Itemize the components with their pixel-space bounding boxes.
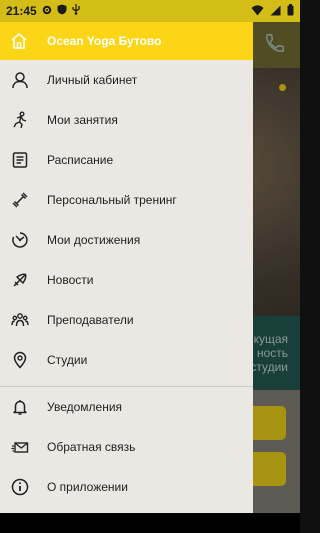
battery-icon [287, 4, 294, 19]
menu-item-personal-training[interactable]: Персональный тренинг [0, 180, 253, 220]
schedule-list-icon [11, 151, 29, 169]
menu-item-label: Расписание [47, 153, 114, 167]
bell-icon [11, 398, 29, 416]
menu-item-label: Личный кабинет [47, 73, 138, 87]
menu-item-schedule[interactable]: Расписание [0, 140, 253, 180]
usb-icon [72, 4, 80, 18]
home-icon [10, 32, 28, 50]
achievement-icon [11, 231, 29, 249]
status-bar: 21:45 [0, 0, 300, 22]
menu-item-teachers[interactable]: Преподаватели [0, 300, 253, 340]
menu-item-label: О приложении [47, 480, 128, 494]
menu-item-label: Преподаватели [47, 313, 134, 327]
menu-item-studios[interactable]: Студии [0, 340, 253, 380]
info-icon [11, 478, 29, 496]
menu-item-notifications[interactable]: Уведомления [0, 387, 253, 427]
menu-item-label: Обратная связь [47, 440, 136, 454]
running-person-icon [11, 111, 29, 129]
menu-item-label: Новости [47, 273, 94, 287]
feedback-envelope-icon [11, 438, 29, 456]
teachers-group-icon [11, 311, 29, 329]
location-pin-icon [11, 351, 29, 369]
navigation-drawer: Ocean Yoga Бутово Личный кабинет Мои зан… [0, 22, 253, 513]
menu-item-news[interactable]: Новости [0, 260, 253, 300]
menu-item-achievements[interactable]: Мои достижения [0, 220, 253, 260]
wifi-icon [251, 4, 264, 19]
menu-item-about[interactable]: О приложении [0, 467, 253, 507]
signal-icon [270, 5, 281, 19]
menu-item-label: Студии [47, 353, 88, 367]
drawer-header[interactable]: Ocean Yoga Бутово [0, 22, 253, 60]
menu-item-personal-account[interactable]: Личный кабинет [0, 60, 253, 100]
menu-item-label: Уведомления [47, 400, 123, 414]
megaphone-icon [11, 271, 29, 289]
menu-item-label: Персональный тренинг [47, 193, 177, 207]
menu-item-label: Мои достижения [47, 233, 141, 247]
studio-name: Ocean Yoga Бутово [47, 34, 162, 48]
status-time: 21:45 [6, 4, 37, 18]
menu-item-feedback[interactable]: Обратная связь [0, 427, 253, 467]
user-icon [11, 71, 29, 89]
system-navigation-bar [0, 513, 300, 533]
dumbbell-icon [11, 191, 29, 209]
menu-item-label: Мои занятия [47, 113, 118, 127]
menu-item-my-classes[interactable]: Мои занятия [0, 100, 253, 140]
gear-icon [42, 5, 52, 18]
shield-icon [57, 4, 67, 18]
